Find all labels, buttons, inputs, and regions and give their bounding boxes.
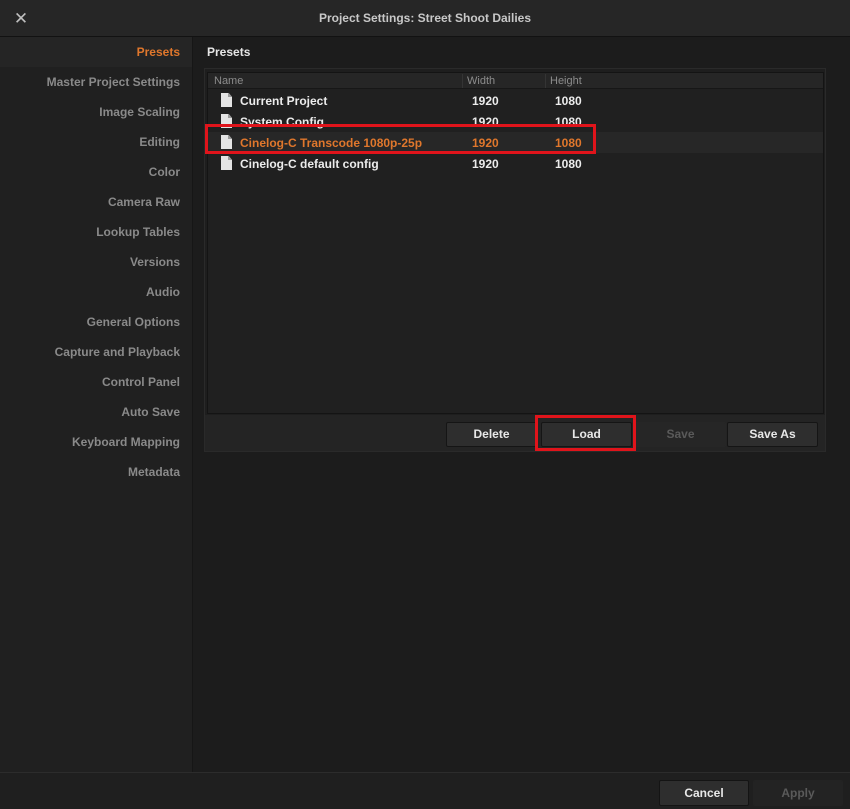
sidebar-item-general-options[interactable]: General Options bbox=[87, 307, 180, 337]
sidebar-item-metadata[interactable]: Metadata bbox=[128, 457, 180, 487]
sidebar-item-auto-save[interactable]: Auto Save bbox=[121, 397, 180, 427]
column-header-name[interactable]: Name bbox=[210, 74, 462, 88]
column-header-width[interactable]: Width bbox=[462, 74, 545, 88]
preset-name: Cinelog-C Transcode 1080p-25p bbox=[240, 136, 423, 150]
preset-height: 1080 bbox=[555, 115, 582, 129]
table-row[interactable]: System Config 1920 1080 bbox=[208, 111, 823, 132]
preset-height: 1080 bbox=[555, 157, 582, 171]
preset-width: 1920 bbox=[472, 136, 499, 150]
sidebar-item-capture-and-playback[interactable]: Capture and Playback bbox=[55, 337, 180, 367]
sidebar-item-versions[interactable]: Versions bbox=[130, 247, 180, 277]
document-icon bbox=[221, 135, 232, 149]
cancel-button[interactable]: Cancel bbox=[659, 780, 749, 806]
save-as-button[interactable]: Save As bbox=[727, 422, 818, 447]
button-bar: Delete Load Save Save As bbox=[205, 415, 825, 451]
footer-bar: Cancel Apply bbox=[0, 772, 850, 809]
title-bar: ✕ Project Settings: Street Shoot Dailies bbox=[0, 0, 850, 37]
presets-table: Name Width Height Current Project 1920 1… bbox=[207, 72, 824, 414]
table-row[interactable]: Current Project 1920 1080 bbox=[208, 90, 823, 111]
sidebar: Presets Master Project Settings Image Sc… bbox=[0, 37, 193, 772]
document-icon bbox=[221, 114, 232, 128]
document-icon bbox=[221, 156, 232, 170]
table-header: Name Width Height bbox=[208, 73, 823, 89]
sidebar-item-control-panel[interactable]: Control Panel bbox=[102, 367, 180, 397]
preset-name: Cinelog-C default config bbox=[240, 157, 379, 171]
column-header-height[interactable]: Height bbox=[545, 74, 628, 88]
delete-button[interactable]: Delete bbox=[446, 422, 537, 447]
preset-width: 1920 bbox=[472, 94, 499, 108]
presets-panel: Name Width Height Current Project 1920 1… bbox=[204, 68, 826, 452]
section-title: Presets bbox=[207, 45, 251, 59]
main-panel: Presets Name Width Height Current Projec… bbox=[194, 37, 850, 772]
sidebar-item-editing[interactable]: Editing bbox=[139, 127, 180, 157]
save-button[interactable]: Save bbox=[635, 422, 726, 447]
preset-width: 1920 bbox=[472, 115, 499, 129]
sidebar-item-keyboard-mapping[interactable]: Keyboard Mapping bbox=[72, 427, 180, 457]
sidebar-item-color[interactable]: Color bbox=[149, 157, 180, 187]
table-row[interactable]: Cinelog-C default config 1920 1080 bbox=[208, 153, 823, 174]
sidebar-item-camera-raw[interactable]: Camera Raw bbox=[108, 187, 180, 217]
window-title: Project Settings: Street Shoot Dailies bbox=[318, 11, 532, 25]
preset-name: Current Project bbox=[240, 94, 328, 108]
sidebar-item-image-scaling[interactable]: Image Scaling bbox=[99, 97, 180, 127]
sidebar-item-presets[interactable]: Presets bbox=[0, 37, 192, 67]
preset-name: System Config bbox=[240, 115, 325, 129]
preset-height: 1080 bbox=[555, 94, 582, 108]
preset-width: 1920 bbox=[472, 157, 499, 171]
sidebar-item-master-project-settings[interactable]: Master Project Settings bbox=[47, 67, 180, 97]
sidebar-item-lookup-tables[interactable]: Lookup Tables bbox=[96, 217, 180, 247]
sidebar-item-audio[interactable]: Audio bbox=[146, 277, 180, 307]
table-row-selected[interactable]: Cinelog-C Transcode 1080p-25p 1920 1080 bbox=[208, 132, 823, 153]
load-button[interactable]: Load bbox=[541, 422, 632, 447]
document-icon bbox=[221, 93, 232, 107]
preset-height: 1080 bbox=[555, 136, 582, 150]
apply-button[interactable]: Apply bbox=[753, 780, 843, 806]
